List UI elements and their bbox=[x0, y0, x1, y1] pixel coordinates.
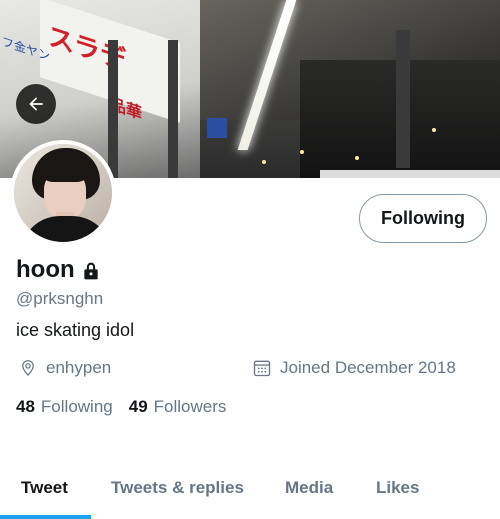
bio: ice skating idol bbox=[16, 320, 135, 340]
banner-rail bbox=[320, 170, 500, 178]
lock-icon bbox=[83, 262, 98, 280]
name-row: hoon bbox=[16, 256, 101, 284]
active-tab-indicator bbox=[0, 515, 91, 519]
tab-likes[interactable]: Likes bbox=[376, 478, 419, 498]
calendar-icon bbox=[253, 360, 271, 377]
banner-pillar bbox=[168, 40, 178, 178]
tab-tweets-replies[interactable]: Tweets & replies bbox=[111, 478, 244, 498]
join-date-text: Joined December 2018 bbox=[280, 358, 456, 377]
following-button[interactable]: Following bbox=[359, 194, 487, 243]
follow-counts: 48 Following 49 Followers bbox=[16, 397, 242, 417]
join-date: Joined December 2018 bbox=[252, 358, 456, 378]
banner-light-dot bbox=[355, 156, 359, 160]
location-pin-icon bbox=[22, 360, 34, 376]
banner-light-dot bbox=[432, 128, 436, 132]
handle: @prksnghn bbox=[16, 289, 104, 308]
tab-tweets[interactable]: Tweet bbox=[21, 478, 68, 498]
banner-light-dot bbox=[300, 150, 304, 154]
tab-media[interactable]: Media bbox=[285, 478, 333, 498]
following-count[interactable]: 48 bbox=[16, 397, 35, 417]
location-text: enhypen bbox=[46, 358, 112, 377]
banner-blue-sign bbox=[207, 118, 227, 138]
back-button[interactable] bbox=[16, 84, 56, 124]
followers-label[interactable]: Followers bbox=[154, 397, 227, 417]
avatar-fringe bbox=[40, 162, 90, 182]
banner-pillar bbox=[396, 30, 410, 168]
profile-tabs: Tweet Tweets & replies Media Likes bbox=[0, 470, 500, 519]
location: enhypen bbox=[18, 358, 111, 378]
following-label[interactable]: Following bbox=[41, 397, 113, 417]
back-arrow-icon bbox=[29, 97, 43, 111]
display-name: hoon bbox=[16, 256, 75, 283]
banner-light-dot bbox=[262, 160, 266, 164]
avatar[interactable] bbox=[10, 140, 116, 246]
followers-count[interactable]: 49 bbox=[129, 397, 148, 417]
